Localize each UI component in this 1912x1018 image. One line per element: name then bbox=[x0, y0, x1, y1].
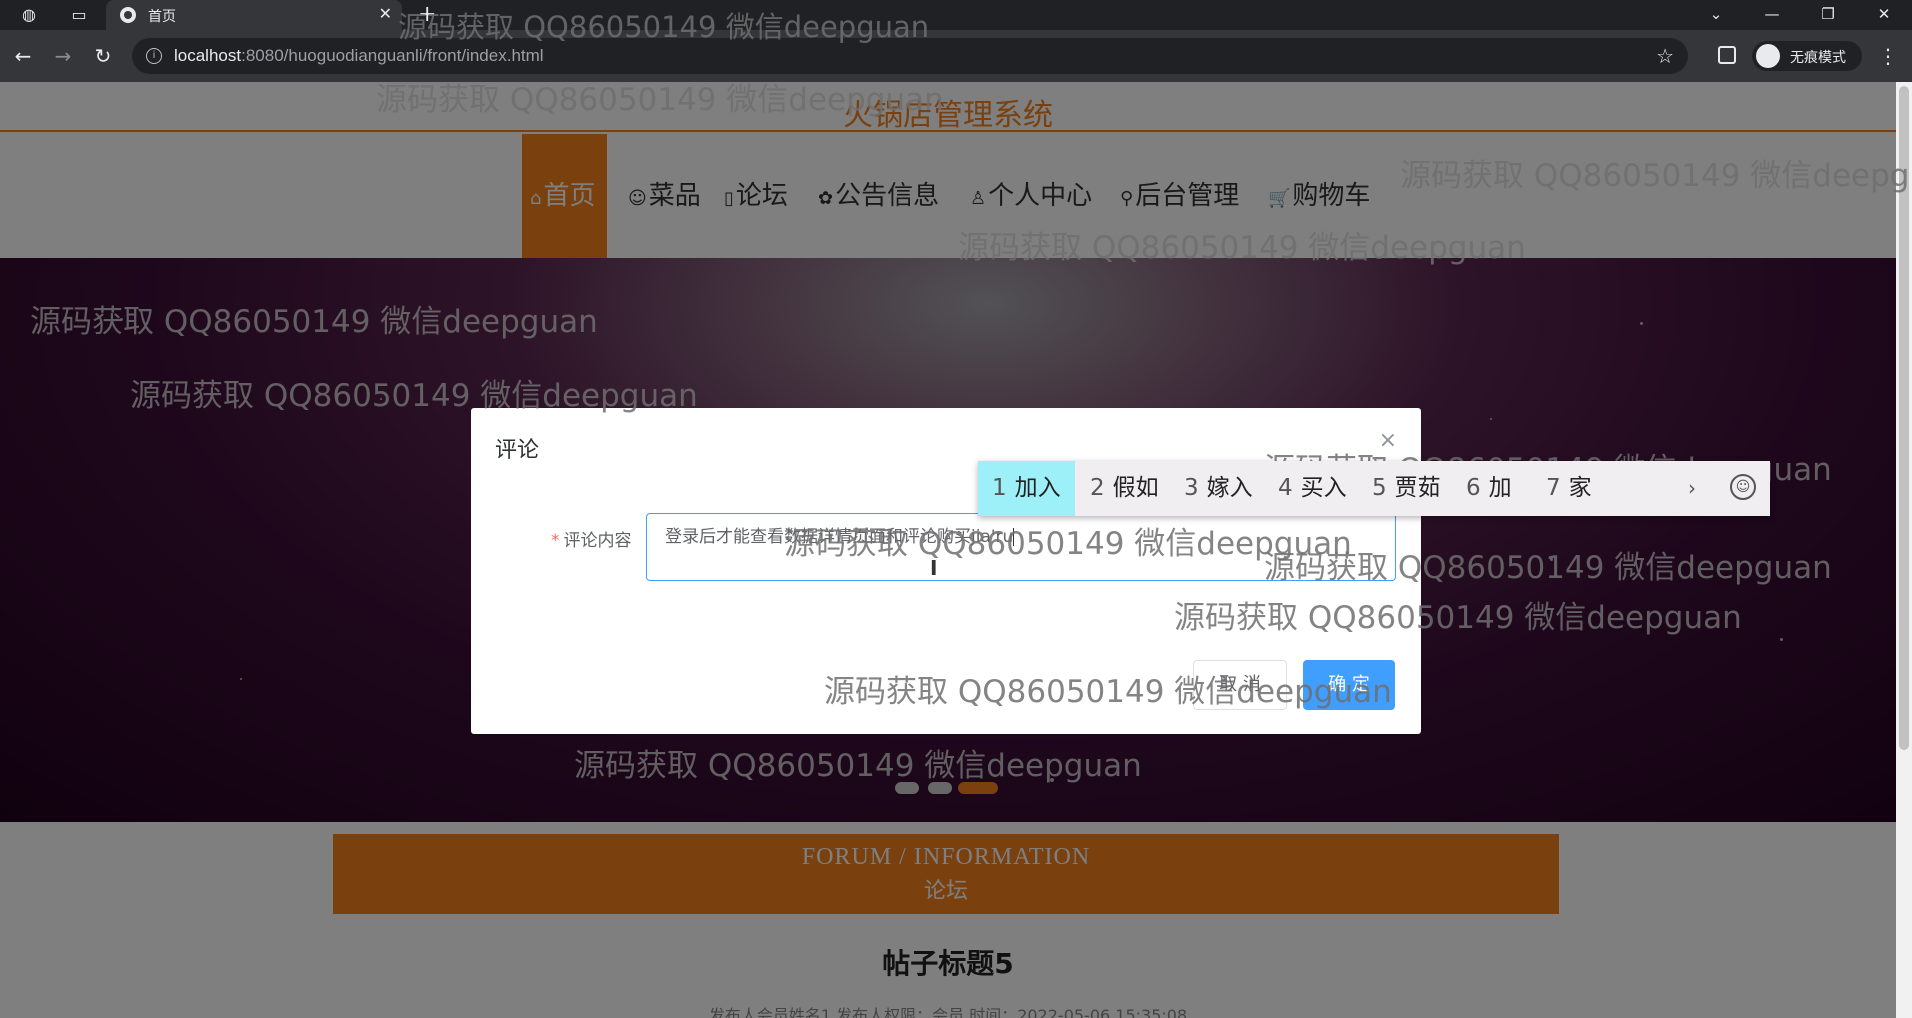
url-path: :8080/huoguodianguanli/front/index.html bbox=[241, 46, 544, 65]
ime-next-page-icon[interactable]: › bbox=[1688, 461, 1696, 516]
tab-list-chevron-icon[interactable]: ⌄ bbox=[1688, 0, 1744, 30]
comment-field-label: * 评论内容 bbox=[551, 526, 632, 551]
side-panel-icon[interactable] bbox=[1718, 46, 1736, 64]
browser-tab-strip: ◍ ▭ 首页 ✕ + ⌄ — ❐ ✕ bbox=[0, 0, 1912, 30]
profile-globe-icon[interactable]: ◍ bbox=[16, 3, 42, 27]
new-tab-icon[interactable]: + bbox=[418, 2, 436, 27]
comment-textarea[interactable]: 登录后才能查看数据详情页面和评论购买jia'ru bbox=[646, 513, 1396, 581]
candidate-text: 加 bbox=[1488, 475, 1512, 501]
address-bar[interactable]: i localhost:8080/huoguodianguanli/front/… bbox=[132, 38, 1688, 74]
ime-candidate-3[interactable]: 3 嫁入 bbox=[1170, 461, 1267, 516]
required-mark: * bbox=[551, 531, 560, 551]
candidate-text: 加入 bbox=[1014, 475, 1061, 501]
candidate-number: 5 bbox=[1372, 475, 1387, 501]
globe-icon bbox=[120, 7, 136, 23]
close-icon[interactable]: × bbox=[1379, 428, 1397, 453]
restore-icon[interactable]: ❐ bbox=[1800, 0, 1856, 30]
incognito-icon bbox=[1756, 44, 1780, 68]
window-close-icon[interactable]: ✕ bbox=[1856, 0, 1912, 30]
scrollbar-thumb[interactable] bbox=[1899, 86, 1909, 750]
ime-candidate-5[interactable]: 5 贾茹 bbox=[1358, 461, 1455, 516]
candidate-number: 6 bbox=[1466, 475, 1481, 501]
ime-candidate-bar: 1 加入 2 假如 3 嫁入 4 买入 5 贾茹 6加 7家 › ☺ bbox=[978, 461, 1770, 516]
incognito-label: 无痕模式 bbox=[1790, 50, 1846, 66]
text-cursor-icon: I bbox=[930, 556, 938, 580]
comment-text: 登录后才能查看数据详情页面和评论购买jia'ru bbox=[665, 527, 1014, 547]
text-caret bbox=[1013, 528, 1015, 546]
candidate-number: 4 bbox=[1278, 475, 1293, 501]
minimize-icon[interactable]: — bbox=[1744, 0, 1800, 30]
ime-candidate-2[interactable]: 2 假如 bbox=[1076, 461, 1173, 516]
incognito-indicator[interactable]: 无痕模式 bbox=[1752, 41, 1862, 71]
cancel-button[interactable]: 取 消 bbox=[1193, 660, 1287, 710]
ime-candidate-7[interactable]: 7家 bbox=[1532, 461, 1606, 516]
candidate-number: 2 bbox=[1090, 475, 1105, 501]
browser-tab-active[interactable]: 首页 ✕ bbox=[106, 0, 402, 30]
candidate-text: 贾茹 bbox=[1394, 475, 1441, 501]
confirm-button[interactable]: 确 定 bbox=[1303, 660, 1395, 710]
tab-close-icon[interactable]: ✕ bbox=[379, 4, 392, 23]
candidate-text: 家 bbox=[1568, 475, 1592, 501]
candidate-number: 1 bbox=[992, 475, 1007, 501]
tab-title: 首页 bbox=[148, 9, 176, 25]
url-text[interactable]: localhost:8080/huoguodianguanli/front/in… bbox=[174, 46, 544, 66]
ime-candidate-6[interactable]: 6加 bbox=[1452, 461, 1526, 516]
ime-candidate-1[interactable]: 1 加入 bbox=[978, 461, 1075, 516]
page-scrollbar[interactable] bbox=[1896, 82, 1912, 1018]
comment-dialog: 评论 × * 评论内容 登录后才能查看数据详情页面和评论购买jia'ru I 取 … bbox=[471, 408, 1421, 734]
candidate-text: 假如 bbox=[1112, 475, 1159, 501]
ime-emoji-icon[interactable]: ☺ bbox=[1730, 474, 1756, 500]
tab-search-icon[interactable]: ▭ bbox=[66, 3, 92, 27]
candidate-text: 买入 bbox=[1300, 475, 1347, 501]
ime-candidate-4[interactable]: 4 买入 bbox=[1264, 461, 1361, 516]
page-viewport: 火锅店管理系统 ⌂首页 ☺菜品 ▯论坛 ✿公告信息 ♙个人中心 ⚲后台管理 🛒购… bbox=[0, 82, 1912, 1018]
browser-menu-icon[interactable]: ⋮ bbox=[1878, 44, 1898, 68]
field-label-text: 评论内容 bbox=[563, 531, 632, 551]
dialog-title: 评论 bbox=[495, 438, 540, 463]
candidate-text: 嫁入 bbox=[1206, 475, 1253, 501]
candidate-number: 7 bbox=[1546, 475, 1561, 501]
url-host: localhost bbox=[174, 46, 242, 65]
browser-toolbar: ← → ↻ i localhost:8080/huoguodianguanli/… bbox=[0, 30, 1912, 82]
forward-icon[interactable]: → bbox=[50, 43, 76, 69]
back-icon[interactable]: ← bbox=[10, 43, 36, 69]
reload-icon[interactable]: ↻ bbox=[90, 43, 116, 69]
bookmark-star-icon[interactable]: ☆ bbox=[1656, 44, 1674, 68]
candidate-number: 3 bbox=[1184, 475, 1199, 501]
site-info-icon[interactable]: i bbox=[146, 48, 162, 64]
